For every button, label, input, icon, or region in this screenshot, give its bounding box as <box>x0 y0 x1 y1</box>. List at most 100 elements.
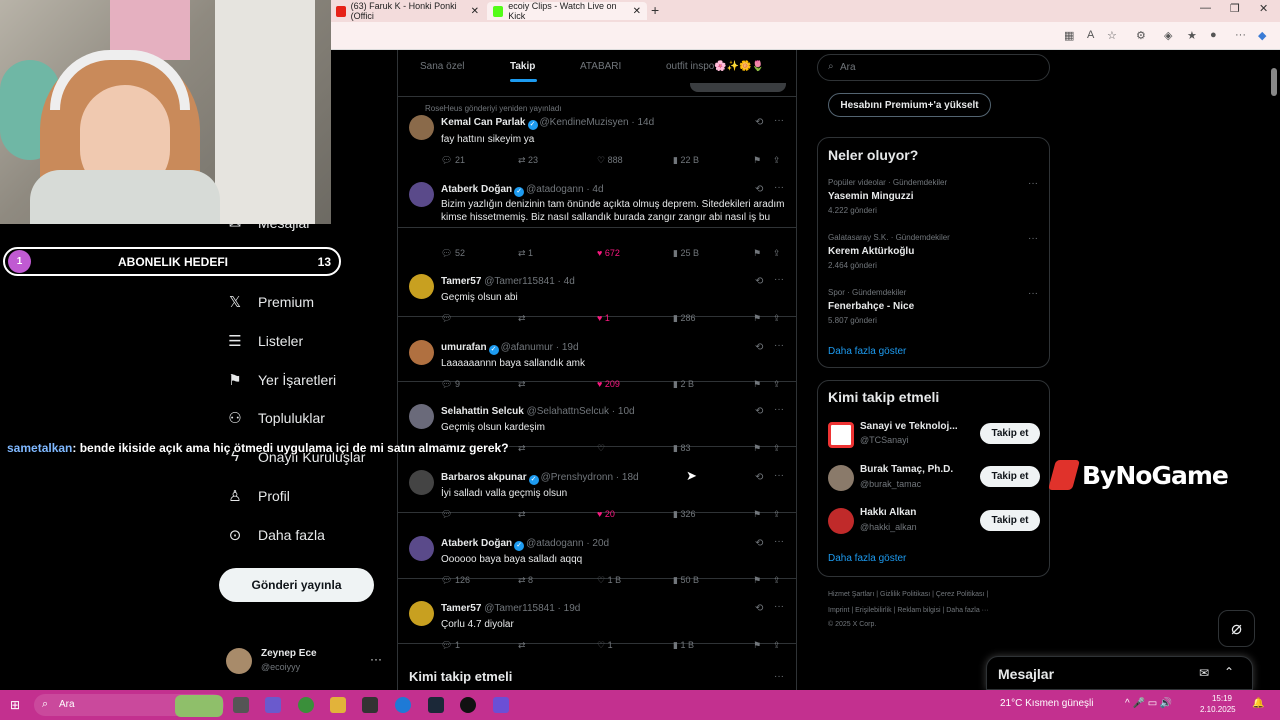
chevron-up-icon[interactable]: ⌃ <box>1224 665 1234 679</box>
tab-takip[interactable]: Takip <box>510 61 535 72</box>
nav-item-5[interactable]: ⚇ Topluluklar <box>226 409 325 427</box>
app-icon[interactable]: ▦ <box>1064 29 1074 42</box>
avatar[interactable] <box>409 182 434 207</box>
avatar[interactable] <box>409 340 434 365</box>
nav-item-7[interactable]: ♙ Profil <box>226 487 290 505</box>
author-name[interactable]: Selahattin Selcuk <box>441 406 524 417</box>
browser-tab-youtube[interactable]: (63) Faruk K - Honki Ponki (Offici ✕ <box>330 1 485 21</box>
store-icon[interactable] <box>362 697 378 713</box>
like-button[interactable]: ♡ 1 <box>597 640 613 651</box>
share-icon[interactable]: ⇪ <box>773 640 781 651</box>
read-aloud-icon[interactable]: A <box>1087 29 1094 41</box>
grok-floating-button[interactable]: ⌀ <box>1218 610 1255 647</box>
views-button[interactable]: ▮ 286 <box>673 313 695 324</box>
more-icon[interactable]: ··· <box>774 340 784 351</box>
grok-icon[interactable]: ⟲ <box>755 603 763 614</box>
bookmark-icon[interactable]: ⚑ <box>753 575 761 586</box>
favorite-star-icon[interactable]: ☆ <box>1107 29 1117 42</box>
like-button[interactable]: ♡ 888 <box>597 155 623 166</box>
grok-icon[interactable]: ⟲ <box>755 472 763 483</box>
account-name[interactable]: Burak Tamaç, Ph.D. <box>860 464 953 475</box>
avatar[interactable] <box>828 422 854 448</box>
author-name[interactable]: umurafan <box>441 342 487 353</box>
more-icon[interactable]: ··· <box>774 404 784 415</box>
new-tab-button[interactable]: + <box>651 2 659 18</box>
tab-outfit-inspo[interactable]: outfit inspo🌸✨🌼🌷 <box>666 61 764 72</box>
share-icon[interactable]: ⇪ <box>773 443 781 454</box>
bookmark-icon[interactable]: ⚑ <box>753 509 761 520</box>
system-tray-icons[interactable]: ^ 🎤 ▭ 🔊 <box>1125 698 1172 709</box>
share-icon[interactable]: ⇪ <box>773 313 781 324</box>
copilot-icon[interactable]: ◆ <box>1258 29 1266 42</box>
grok-icon[interactable]: ⟲ <box>755 342 763 353</box>
repost-button[interactable]: ⇄ <box>518 640 526 651</box>
maximize-button[interactable]: ❐ <box>1230 2 1240 15</box>
minimize-button[interactable]: — <box>1200 2 1211 14</box>
repost-button[interactable]: ⇄ 8 <box>518 575 533 586</box>
edge-icon[interactable] <box>395 697 411 713</box>
views-button[interactable]: ▮ 25 B <box>673 248 699 259</box>
messages-drawer[interactable]: Mesajlar ✉ ⌃ <box>986 656 1253 690</box>
task-view-icon[interactable] <box>233 697 249 713</box>
more-icon[interactable]: ··· <box>370 652 382 666</box>
views-button[interactable]: ▮ 1 B <box>673 640 694 651</box>
avatar[interactable] <box>409 536 434 561</box>
repost-button[interactable]: ⇄ 23 <box>518 155 538 166</box>
author-name[interactable]: Tamer57 <box>441 276 481 287</box>
close-window-button[interactable]: ✕ <box>1259 2 1268 15</box>
views-button[interactable]: ▮ 83 <box>673 443 690 454</box>
share-icon[interactable]: ⇪ <box>773 575 781 586</box>
favorites-icon[interactable]: ★ <box>1187 29 1197 42</box>
repost-button[interactable]: ⇄ <box>518 509 526 520</box>
grok-icon[interactable]: ⟲ <box>755 276 763 287</box>
account-name[interactable]: Sanayi ve Teknoloj... <box>860 421 958 432</box>
like-button[interactable]: ♥ 672 <box>597 248 620 258</box>
nav-item-3[interactable]: ☰ Listeler <box>226 332 303 350</box>
copilot-icon[interactable] <box>265 697 281 713</box>
reply-button[interactable]: 💬︎ 1 <box>441 640 460 651</box>
bookmark-icon[interactable]: ⚑ <box>753 248 761 259</box>
reply-button[interactable]: 💬︎ 126 <box>441 575 470 586</box>
author-name[interactable]: Kemal Can Parlak <box>441 117 526 128</box>
new-message-icon[interactable]: ✉ <box>1199 666 1209 680</box>
more-icon[interactable]: ··· <box>774 671 784 682</box>
follow-button[interactable]: Takip et <box>980 510 1040 531</box>
avatar[interactable] <box>409 115 434 140</box>
share-icon[interactable]: ⇪ <box>773 379 781 390</box>
post-button[interactable]: Gönderi yayınla <box>219 568 374 602</box>
menu-icon[interactable]: ··· <box>1235 29 1246 41</box>
reply-button[interactable]: 💬︎ 9 <box>441 379 460 390</box>
views-button[interactable]: ▮ 50 B <box>673 575 699 586</box>
author-name[interactable]: Barbaros akpunar <box>441 472 527 483</box>
nav-item-4[interactable]: ⚑ Yer İşaretleri <box>226 371 336 389</box>
windows-start-icon[interactable]: ⊞ <box>10 698 20 712</box>
follow-button[interactable]: Takip et <box>980 466 1040 487</box>
more-icon[interactable]: ··· <box>1028 288 1038 299</box>
footer-links[interactable]: Imprint | Erişilebilirlik | Reklam bilgi… <box>828 607 989 614</box>
more-icon[interactable]: ··· <box>1028 233 1038 244</box>
avatar[interactable] <box>409 470 434 495</box>
grok-icon[interactable]: ⟲ <box>755 117 763 128</box>
author-name[interactable]: Ataberk Doğan <box>441 184 512 195</box>
extensions-icon[interactable]: ⚙ <box>1136 29 1146 42</box>
avatar[interactable] <box>828 465 854 491</box>
views-button[interactable]: ▮ 22 B <box>673 155 699 166</box>
share-icon[interactable]: ⇪ <box>773 248 781 259</box>
obs-icon[interactable] <box>460 697 476 713</box>
premium-upgrade-button[interactable]: Hesabını Premium+'a yükselt <box>828 93 991 117</box>
repost-button[interactable]: ⇄ 1 <box>518 248 533 259</box>
avatar[interactable] <box>409 404 434 429</box>
repost-button[interactable]: ⇄ <box>518 313 526 324</box>
more-icon[interactable]: ··· <box>774 115 784 126</box>
avatar[interactable] <box>409 274 434 299</box>
bookmark-icon[interactable]: ⚑ <box>753 313 761 324</box>
follow-button[interactable]: Takip et <box>980 423 1040 444</box>
repost-button[interactable]: ⇄ <box>518 443 526 454</box>
account-name[interactable]: Hakkı Alkan <box>860 507 916 518</box>
more-icon[interactable]: ··· <box>774 470 784 481</box>
tab-atabari[interactable]: ATABARI <box>580 61 621 72</box>
app-icon[interactable] <box>493 697 509 713</box>
steam-icon[interactable] <box>428 697 444 713</box>
views-button[interactable]: ▮ 2 B <box>673 379 694 390</box>
trend-topic[interactable]: Fenerbahçe - Nice <box>828 301 914 312</box>
